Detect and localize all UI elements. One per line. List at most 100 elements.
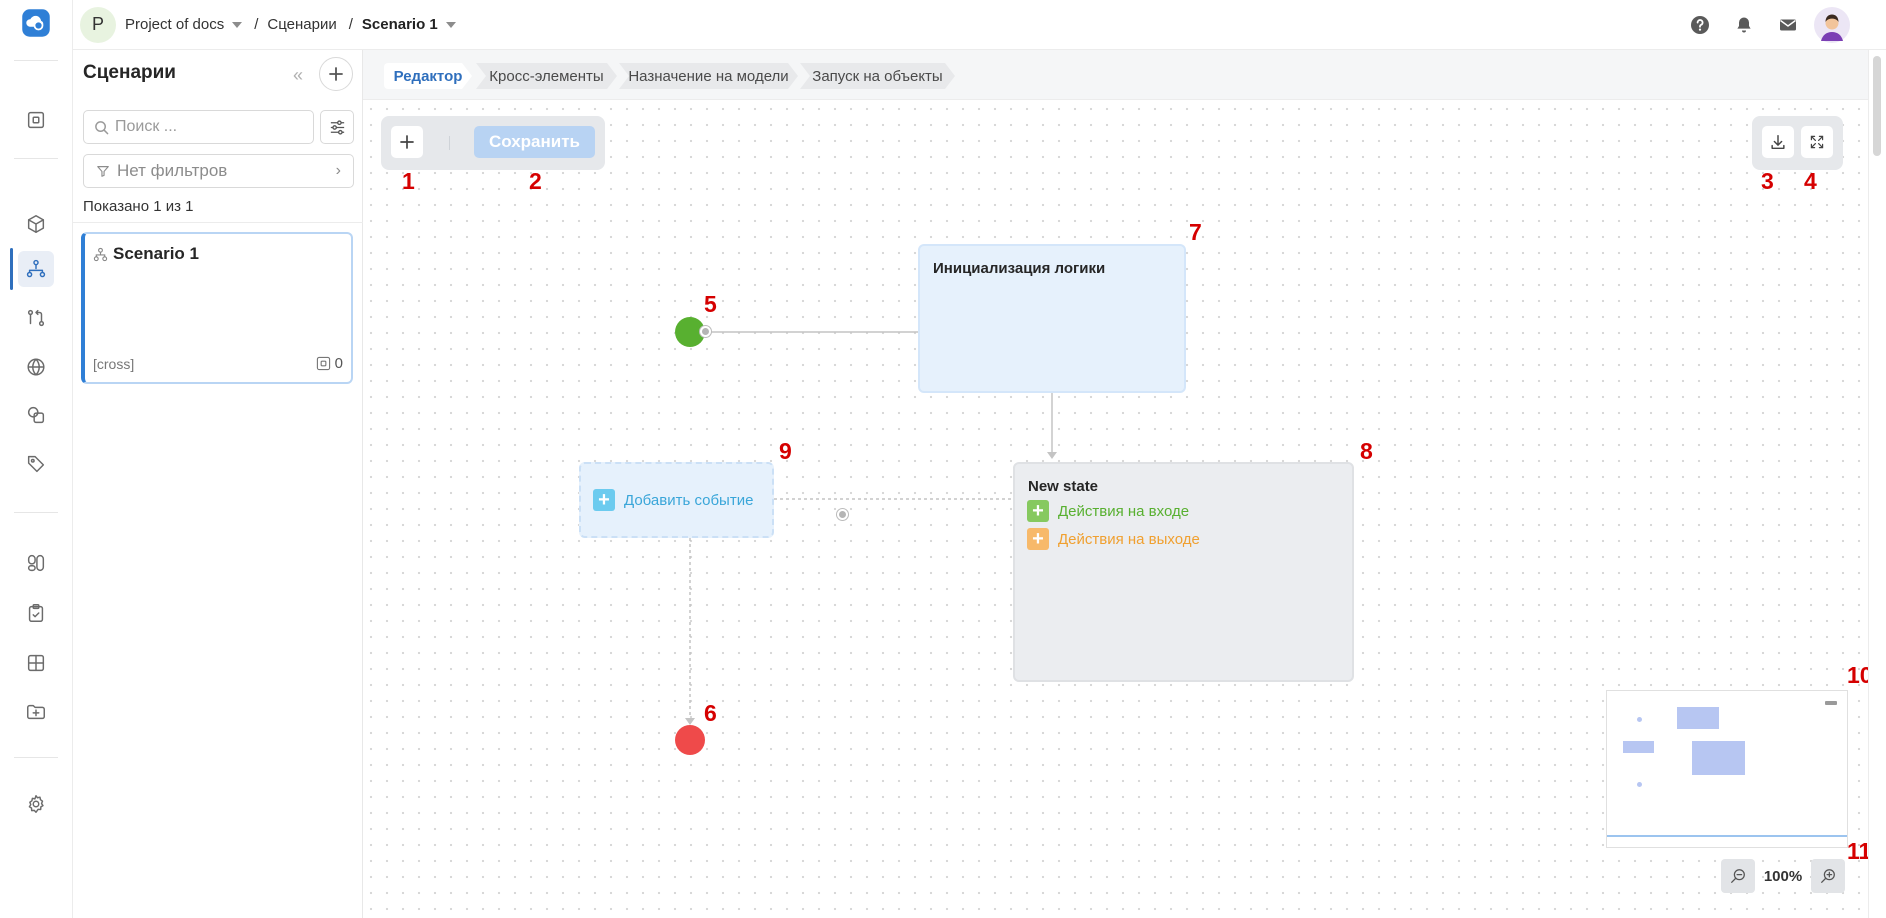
state-title: New state <box>1028 478 1099 495</box>
models-cube-icon[interactable] <box>18 206 54 242</box>
minimap-new-state <box>1692 741 1745 775</box>
bell-icon[interactable] <box>1722 7 1766 43</box>
end-node[interactable] <box>675 725 705 755</box>
app-logo-icon[interactable] <box>18 5 54 41</box>
vertical-scrollbar[interactable] <box>1868 50 1886 918</box>
globe-icon[interactable] <box>18 349 54 385</box>
canvas-toolbar: Сохранить <box>381 116 605 170</box>
minimap[interactable] <box>1606 690 1848 848</box>
minimap-event-box <box>1623 741 1654 753</box>
folder-add-icon[interactable] <box>18 694 54 730</box>
settings-gear-icon[interactable] <box>18 786 54 822</box>
download-button[interactable] <box>1762 126 1794 158</box>
mail-icon[interactable] <box>1766 7 1810 43</box>
breadcrumb-section[interactable]: Сценарии <box>267 16 336 33</box>
entry-actions-button[interactable]: + Действия на входе <box>1027 500 1189 522</box>
chevron-right-icon: › <box>335 162 341 179</box>
marker-7: 7 <box>1189 219 1202 245</box>
plus-icon <box>400 135 414 149</box>
add-event-button[interactable]: + Добавить событие <box>593 489 753 511</box>
add-scenario-button[interactable] <box>319 57 353 91</box>
marker-1: 1 <box>402 168 415 194</box>
breadcrumb-current[interactable]: Scenario 1 <box>362 16 456 33</box>
user-avatar[interactable] <box>1810 7 1854 43</box>
zoom-out-button[interactable] <box>1721 859 1755 893</box>
search-field[interactable] <box>83 110 314 144</box>
tab-cross-elements[interactable]: Кросс-элементы <box>476 63 617 89</box>
minimap-collapse-icon[interactable] <box>1825 701 1837 705</box>
state-new-port[interactable] <box>837 509 848 520</box>
plus-icon: + <box>1027 528 1049 550</box>
table-grid-icon[interactable] <box>18 645 54 681</box>
scenario-tag: [cross] <box>93 356 135 372</box>
search-input[interactable] <box>115 118 295 136</box>
breadcrumb-project[interactable]: Project of docs <box>125 16 243 33</box>
chevron-down-icon <box>445 21 456 28</box>
tab-editor[interactable]: Редактор <box>384 63 472 89</box>
exit-actions-label: Действия на выходе <box>1058 530 1200 548</box>
git-compare-icon[interactable] <box>18 300 54 336</box>
shapes-icon[interactable] <box>18 397 54 433</box>
tab-model-assignment[interactable]: Назначение на модели <box>619 63 798 89</box>
dashboard-icon[interactable] <box>18 545 54 581</box>
toolbar-divider <box>449 136 450 150</box>
clipboard-check-icon[interactable] <box>18 595 54 631</box>
fullscreen-button[interactable] <box>1801 126 1833 158</box>
plus-icon: + <box>1027 500 1049 522</box>
funnel-icon <box>97 166 109 177</box>
filter-dropdown[interactable]: Нет фильтров › <box>83 154 354 188</box>
marker-5: 5 <box>704 291 717 317</box>
collapse-panel-button[interactable]: « <box>283 62 313 88</box>
download-icon <box>1771 134 1785 150</box>
marker-3: 3 <box>1761 168 1774 194</box>
marker-9: 9 <box>779 438 792 464</box>
scenario-object-count: 0 <box>316 355 343 372</box>
plus-icon: + <box>593 489 615 511</box>
breadcrumb-current-label: Scenario 1 <box>361 16 438 33</box>
marker-4: 4 <box>1804 168 1817 194</box>
tag-icon[interactable] <box>18 446 54 482</box>
scenario-name-row: Scenario 1 <box>93 244 199 264</box>
minimap-viewport <box>1607 835 1847 837</box>
add-element-button[interactable] <box>391 126 423 158</box>
marker-8: 8 <box>1360 438 1373 464</box>
marker-6: 6 <box>704 700 717 726</box>
scenario-tree-icon <box>93 247 108 261</box>
expand-icon <box>1810 135 1824 149</box>
panel-title: Сценарии <box>83 62 176 83</box>
scenario-count-value: 0 <box>334 355 343 372</box>
zoom-in-button[interactable] <box>1811 859 1845 893</box>
search-icon <box>95 120 109 134</box>
save-button[interactable]: Сохранить <box>474 126 595 158</box>
objects-icon <box>316 356 330 371</box>
divider <box>73 222 363 223</box>
editor-tabs: Редактор Кросс-элементы Назначение на мо… <box>363 50 1886 100</box>
project-avatar[interactable]: P <box>80 6 116 43</box>
canvas-view-tools <box>1752 116 1843 170</box>
left-rail <box>0 0 73 918</box>
marker-2: 2 <box>529 168 542 194</box>
state-new[interactable]: New state + Действия на входе + Действия… <box>1013 462 1354 682</box>
tab-object-launch[interactable]: Запуск на объекты <box>800 63 955 89</box>
scenario-canvas[interactable]: Сохранить Инициализация логики + Добавит… <box>363 101 1868 918</box>
scenarios-panel: Сценарии « Нет фильтров › Показано 1 из … <box>73 50 363 918</box>
minimap-init-state <box>1677 707 1719 729</box>
shown-count: Показано 1 из 1 <box>83 198 194 215</box>
top-actions <box>1678 7 1854 43</box>
add-event-box[interactable]: + Добавить событие <box>579 462 774 538</box>
zoom-in-icon <box>1821 869 1835 883</box>
breadcrumb-section-label: Сценарии <box>267 16 337 33</box>
filter-settings-button[interactable] <box>320 110 354 144</box>
scenario-card[interactable]: Scenario 1 [cross] 0 <box>81 232 353 384</box>
state-title: Инициализация логики <box>933 260 1106 277</box>
exit-actions-button[interactable]: + Действия на выходе <box>1027 528 1200 550</box>
plus-icon <box>329 67 343 81</box>
start-node-port[interactable] <box>700 326 711 337</box>
state-init-logic[interactable]: Инициализация логики <box>918 244 1186 393</box>
help-icon[interactable] <box>1678 7 1722 43</box>
objects-icon[interactable] <box>18 102 54 138</box>
scrollbar-thumb[interactable] <box>1873 56 1881 156</box>
breadcrumb-project-label: Project of docs <box>125 16 225 33</box>
scenarios-icon[interactable] <box>18 251 54 287</box>
minimap-end-node <box>1637 782 1642 787</box>
